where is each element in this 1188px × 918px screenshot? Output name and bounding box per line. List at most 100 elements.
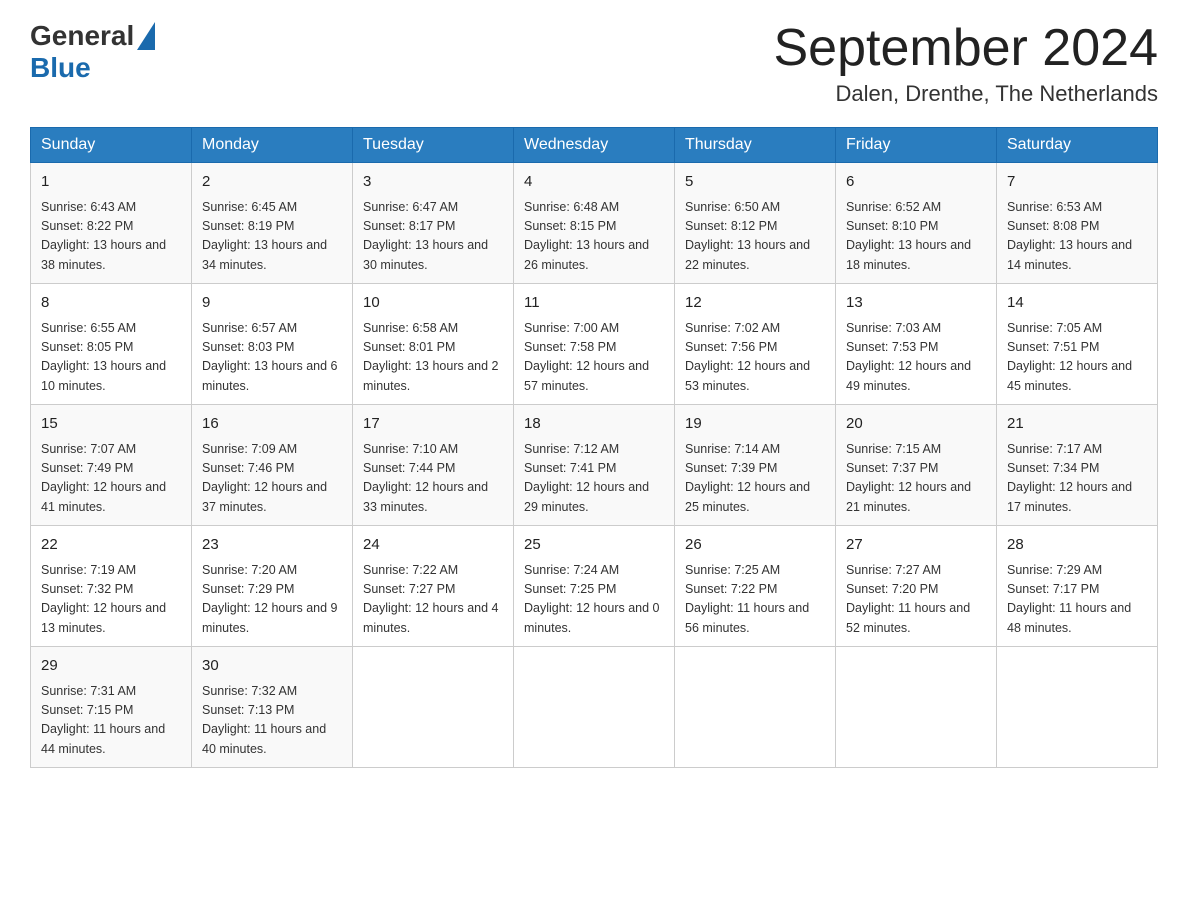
day-info: Sunrise: 7:07 AMSunset: 7:49 PMDaylight:… bbox=[41, 440, 181, 518]
table-row: 11 Sunrise: 7:00 AMSunset: 7:58 PMDayligh… bbox=[514, 284, 675, 405]
day-info: Sunrise: 6:47 AMSunset: 8:17 PMDaylight:… bbox=[363, 198, 503, 276]
table-row: 19 Sunrise: 7:14 AMSunset: 7:39 PMDayligh… bbox=[675, 405, 836, 526]
col-saturday: Saturday bbox=[997, 128, 1158, 163]
day-info: Sunrise: 6:45 AMSunset: 8:19 PMDaylight:… bbox=[202, 198, 342, 276]
day-number: 2 bbox=[202, 171, 342, 194]
day-number: 4 bbox=[524, 171, 664, 194]
table-row: 15 Sunrise: 7:07 AMSunset: 7:49 PMDayligh… bbox=[31, 405, 192, 526]
day-info: Sunrise: 7:27 AMSunset: 7:20 PMDaylight:… bbox=[846, 561, 986, 639]
day-info: Sunrise: 6:48 AMSunset: 8:15 PMDaylight:… bbox=[524, 198, 664, 276]
col-wednesday: Wednesday bbox=[514, 128, 675, 163]
table-row: 2 Sunrise: 6:45 AMSunset: 8:19 PMDaylight… bbox=[192, 163, 353, 284]
day-info: Sunrise: 7:00 AMSunset: 7:58 PMDaylight:… bbox=[524, 319, 664, 397]
day-number: 22 bbox=[41, 534, 181, 557]
day-info: Sunrise: 7:32 AMSunset: 7:13 PMDaylight:… bbox=[202, 682, 342, 760]
day-number: 23 bbox=[202, 534, 342, 557]
day-info: Sunrise: 7:29 AMSunset: 7:17 PMDaylight:… bbox=[1007, 561, 1147, 639]
day-info: Sunrise: 6:58 AMSunset: 8:01 PMDaylight:… bbox=[363, 319, 503, 397]
day-number: 29 bbox=[41, 655, 181, 678]
logo-blue-text: Blue bbox=[30, 52, 91, 84]
table-row: 20 Sunrise: 7:15 AMSunset: 7:37 PMDayligh… bbox=[836, 405, 997, 526]
col-thursday: Thursday bbox=[675, 128, 836, 163]
day-info: Sunrise: 7:10 AMSunset: 7:44 PMDaylight:… bbox=[363, 440, 503, 518]
table-row: 9 Sunrise: 6:57 AMSunset: 8:03 PMDaylight… bbox=[192, 284, 353, 405]
table-row bbox=[997, 647, 1158, 768]
calendar-table: Sunday Monday Tuesday Wednesday Thursday… bbox=[30, 127, 1158, 768]
month-year-title: September 2024 bbox=[774, 20, 1159, 77]
table-row: 7 Sunrise: 6:53 AMSunset: 8:08 PMDaylight… bbox=[997, 163, 1158, 284]
day-info: Sunrise: 7:19 AMSunset: 7:32 PMDaylight:… bbox=[41, 561, 181, 639]
table-row: 4 Sunrise: 6:48 AMSunset: 8:15 PMDaylight… bbox=[514, 163, 675, 284]
day-number: 8 bbox=[41, 292, 181, 315]
table-row: 26 Sunrise: 7:25 AMSunset: 7:22 PMDayligh… bbox=[675, 526, 836, 647]
table-row: 18 Sunrise: 7:12 AMSunset: 7:41 PMDayligh… bbox=[514, 405, 675, 526]
day-info: Sunrise: 7:12 AMSunset: 7:41 PMDaylight:… bbox=[524, 440, 664, 518]
day-info: Sunrise: 7:15 AMSunset: 7:37 PMDaylight:… bbox=[846, 440, 986, 518]
table-row: 27 Sunrise: 7:27 AMSunset: 7:20 PMDayligh… bbox=[836, 526, 997, 647]
table-row: 14 Sunrise: 7:05 AMSunset: 7:51 PMDayligh… bbox=[997, 284, 1158, 405]
day-number: 19 bbox=[685, 413, 825, 436]
table-row: 17 Sunrise: 7:10 AMSunset: 7:44 PMDayligh… bbox=[353, 405, 514, 526]
logo-triangle-icon bbox=[137, 22, 155, 50]
day-number: 9 bbox=[202, 292, 342, 315]
day-number: 16 bbox=[202, 413, 342, 436]
day-number: 5 bbox=[685, 171, 825, 194]
table-row bbox=[675, 647, 836, 768]
day-info: Sunrise: 7:05 AMSunset: 7:51 PMDaylight:… bbox=[1007, 319, 1147, 397]
logo: General Blue bbox=[30, 20, 155, 84]
logo-general-text: General bbox=[30, 20, 134, 52]
table-row bbox=[836, 647, 997, 768]
day-number: 10 bbox=[363, 292, 503, 315]
day-info: Sunrise: 7:03 AMSunset: 7:53 PMDaylight:… bbox=[846, 319, 986, 397]
col-tuesday: Tuesday bbox=[353, 128, 514, 163]
calendar-header-row: Sunday Monday Tuesday Wednesday Thursday… bbox=[31, 128, 1158, 163]
table-row: 12Sunrise: 7:02 AMSunset: 7:56 PMDayligh… bbox=[675, 284, 836, 405]
day-number: 20 bbox=[846, 413, 986, 436]
day-info: Sunrise: 6:55 AMSunset: 8:05 PMDaylight:… bbox=[41, 319, 181, 397]
day-number: 13 bbox=[846, 292, 986, 315]
day-info: Sunrise: 6:43 AMSunset: 8:22 PMDaylight:… bbox=[41, 198, 181, 276]
table-row: 1Sunrise: 6:43 AMSunset: 8:22 PMDaylight… bbox=[31, 163, 192, 284]
day-number: 15 bbox=[41, 413, 181, 436]
day-info: Sunrise: 6:50 AMSunset: 8:12 PMDaylight:… bbox=[685, 198, 825, 276]
table-row: 23 Sunrise: 7:20 AMSunset: 7:29 PMDayligh… bbox=[192, 526, 353, 647]
day-info: Sunrise: 7:17 AMSunset: 7:34 PMDaylight:… bbox=[1007, 440, 1147, 518]
table-row: 6Sunrise: 6:52 AMSunset: 8:10 PMDaylight… bbox=[836, 163, 997, 284]
day-number: 14 bbox=[1007, 292, 1147, 315]
location-text: Dalen, Drenthe, The Netherlands bbox=[774, 81, 1159, 107]
table-row: 24 Sunrise: 7:22 AMSunset: 7:27 PMDayligh… bbox=[353, 526, 514, 647]
day-number: 28 bbox=[1007, 534, 1147, 557]
day-number: 3 bbox=[363, 171, 503, 194]
day-info: Sunrise: 6:52 AMSunset: 8:10 PMDaylight:… bbox=[846, 198, 986, 276]
table-row: 30 Sunrise: 7:32 AMSunset: 7:13 PMDayligh… bbox=[192, 647, 353, 768]
day-number: 17 bbox=[363, 413, 503, 436]
table-row: 16 Sunrise: 7:09 AMSunset: 7:46 PMDayligh… bbox=[192, 405, 353, 526]
day-number: 25 bbox=[524, 534, 664, 557]
day-number: 26 bbox=[685, 534, 825, 557]
day-info: Sunrise: 7:25 AMSunset: 7:22 PMDaylight:… bbox=[685, 561, 825, 639]
table-row: 22 Sunrise: 7:19 AMSunset: 7:32 PMDayligh… bbox=[31, 526, 192, 647]
day-number: 7 bbox=[1007, 171, 1147, 194]
table-row: 13 Sunrise: 7:03 AMSunset: 7:53 PMDayligh… bbox=[836, 284, 997, 405]
day-info: Sunrise: 6:53 AMSunset: 8:08 PMDaylight:… bbox=[1007, 198, 1147, 276]
day-info: Sunrise: 7:22 AMSunset: 7:27 PMDaylight:… bbox=[363, 561, 503, 639]
table-row bbox=[353, 647, 514, 768]
day-info: Sunrise: 7:02 AMSunset: 7:56 PMDaylight:… bbox=[685, 319, 825, 397]
table-row: 10 Sunrise: 6:58 AMSunset: 8:01 PMDayligh… bbox=[353, 284, 514, 405]
col-monday: Monday bbox=[192, 128, 353, 163]
day-info: Sunrise: 7:31 AMSunset: 7:15 PMDaylight:… bbox=[41, 682, 181, 760]
day-number: 11 bbox=[524, 292, 664, 315]
day-number: 30 bbox=[202, 655, 342, 678]
day-number: 27 bbox=[846, 534, 986, 557]
day-info: Sunrise: 6:57 AMSunset: 8:03 PMDaylight:… bbox=[202, 319, 342, 397]
calendar-week-row: 29 Sunrise: 7:31 AMSunset: 7:15 PMDayligh… bbox=[31, 647, 1158, 768]
day-info: Sunrise: 7:14 AMSunset: 7:39 PMDaylight:… bbox=[685, 440, 825, 518]
table-row: 29 Sunrise: 7:31 AMSunset: 7:15 PMDayligh… bbox=[31, 647, 192, 768]
calendar-week-row: 15 Sunrise: 7:07 AMSunset: 7:49 PMDayligh… bbox=[31, 405, 1158, 526]
day-number: 18 bbox=[524, 413, 664, 436]
day-number: 24 bbox=[363, 534, 503, 557]
day-info: Sunrise: 7:20 AMSunset: 7:29 PMDaylight:… bbox=[202, 561, 342, 639]
day-info: Sunrise: 7:09 AMSunset: 7:46 PMDaylight:… bbox=[202, 440, 342, 518]
table-row bbox=[514, 647, 675, 768]
table-row: 3 Sunrise: 6:47 AMSunset: 8:17 PMDaylight… bbox=[353, 163, 514, 284]
